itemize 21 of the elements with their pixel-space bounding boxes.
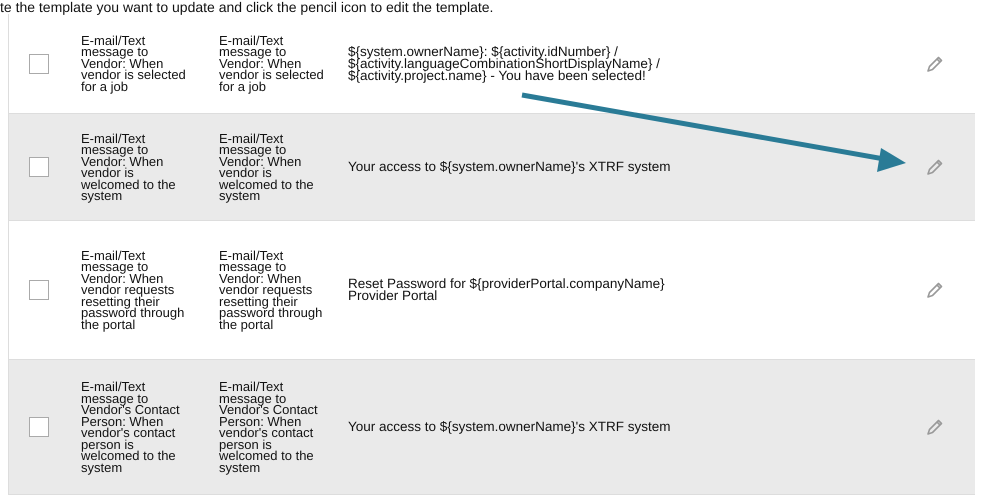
- row-checkbox[interactable]: [29, 157, 49, 177]
- subject-cell-text: Reset Password for ${providerPortal.companyName} Provider Portal: [348, 278, 666, 302]
- subject-cell-text: Your access to ${system.ownerName}'s XTRF system: [348, 161, 672, 173]
- template-name-cell-text: E-mail/Text message to Vendor: When vendor requests resetting their password through the portal: [219, 250, 324, 330]
- instruction-text: te the template you want to update and click the pencil icon to edit the template.: [0, 0, 494, 14]
- row-checkbox[interactable]: [29, 54, 49, 74]
- event-cell-text: E-mail/Text message to Vendor's Contact Person: When vendor's contact person is welcomed to the system: [81, 381, 181, 473]
- subject-cell-text: Your access to ${system.ownerName}'s XTRF system: [348, 421, 672, 433]
- pencil-icon[interactable]: [925, 157, 945, 177]
- pencil-icon[interactable]: [925, 280, 945, 300]
- pencil-icon[interactable]: [925, 54, 945, 74]
- row-checkbox[interactable]: [29, 417, 49, 437]
- row-checkbox[interactable]: [29, 280, 49, 300]
- event-cell-text: E-mail/Text message to Vendor: When vendor is selected for a job: [81, 34, 187, 92]
- template-name-cell-text: E-mail/Text message to Vendor's Contact Person: When vendor's contact person is welcomed to the system: [219, 381, 319, 473]
- event-cell-text: E-mail/Text message to Vendor: When vendor requests resetting their password through the portal: [81, 250, 186, 330]
- event-cell-text: E-mail/Text message to Vendor: When vendor is welcomed to the system: [81, 132, 177, 202]
- template-name-cell-text: E-mail/Text message to Vendor: When vendor is selected for a job: [219, 34, 325, 92]
- template-name-cell-text: E-mail/Text message to Vendor: When vendor is welcomed to the system: [219, 132, 315, 202]
- pencil-icon[interactable]: [925, 417, 945, 437]
- subject-cell-text: ${system.ownerName}: ${activity.idNumber} / ${activity.languageCombinationShortDisplayName} / ${activity.project.name} - You have been selected!: [348, 46, 661, 82]
